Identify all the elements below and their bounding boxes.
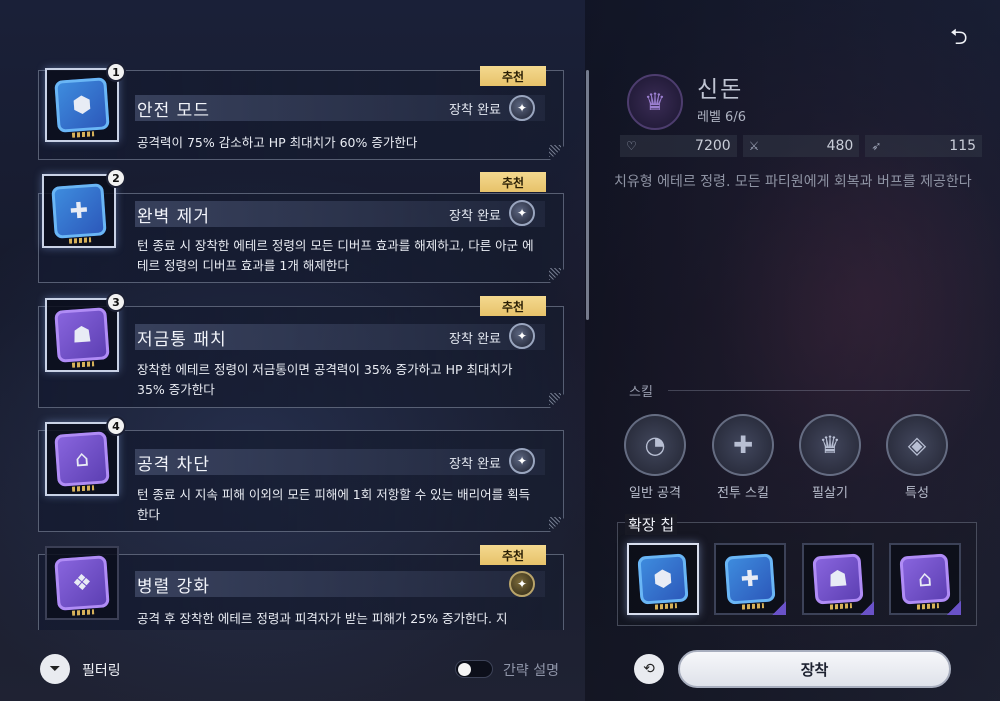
corner-decoration	[772, 601, 786, 615]
skill-battle[interactable]: ✚	[712, 414, 774, 476]
equip-status: 장착 완료	[449, 457, 501, 472]
brief-description-toggle[interactable]	[455, 660, 493, 678]
filter-label[interactable]: 필터링	[82, 660, 121, 680]
chip-swap-icon: ⟲	[643, 661, 655, 677]
piggy-bank-icon: ☗	[812, 553, 864, 610]
stat-hp: ♡ 7200	[620, 135, 737, 157]
chip-description: 공격 후 장착한 에테르 정령과 피격자가 받는 피해가 25% 증가한다. 지	[137, 611, 508, 626]
stat-speed: ➶ 115	[865, 135, 983, 157]
corner-decoration	[549, 517, 561, 529]
brief-description-label: 간략 설명	[503, 663, 559, 679]
extension-chip-title: 확장 칩	[625, 514, 678, 535]
chip-thumbnail[interactable]: ✚	[42, 174, 116, 248]
chip-description: 공격력이 75% 감소하고 HP 최대치가 60% 증가한다	[137, 135, 418, 150]
equip-status: 장착 완료	[449, 209, 501, 224]
order-badge: 2	[106, 168, 126, 188]
chip-description: 장착한 에테르 정령이 저금통이면 공격력이 35% 증가하고 HP 최대치가 …	[137, 362, 513, 397]
skill-label: 일반 공격	[629, 486, 681, 501]
stat-value: 7200	[695, 138, 731, 154]
equip-status: 장착 완료	[449, 332, 501, 347]
stats-row: ♡ 7200 ⚔ 480 ➶ 115	[620, 135, 983, 157]
chip-name: 안전 모드	[137, 101, 210, 121]
extension-slot-3[interactable]: ☗	[802, 543, 874, 615]
corner-decoration	[947, 601, 961, 615]
corner-decoration	[549, 145, 561, 157]
sword-icon: ⚔	[748, 139, 760, 153]
chip-thumbnail[interactable]: ☗	[45, 298, 119, 372]
corner-decoration	[549, 393, 561, 405]
list-item[interactable]: 완벽 제거 장착 완료 ✦ 턴 종료 시 장착한 에테르 정령의 모든 디버프 …	[38, 193, 564, 283]
return-arrow-icon: ⮌	[950, 25, 968, 50]
recommended-badge: 추천	[480, 172, 546, 192]
back-button[interactable]: ⮌	[950, 20, 968, 58]
chip-description: 턴 종료 시 장착한 에테르 정령의 모든 디버프 효과를 해제하고, 다른 아…	[137, 238, 534, 273]
heal-plus-icon: ✚	[732, 431, 754, 459]
swap-chip-button[interactable]: ⟲	[634, 654, 664, 684]
layers-icon: ◈	[907, 431, 927, 459]
order-badge: 4	[106, 416, 126, 436]
corner-decoration	[860, 601, 874, 615]
skill-label: 필살기	[812, 486, 848, 501]
equip-button[interactable]: 장착	[678, 650, 951, 688]
shield-icon: ⬢	[637, 553, 689, 610]
crest-icon: ♛	[644, 88, 666, 116]
funnel-icon: ⏷	[49, 661, 61, 677]
stat-value: 115	[949, 138, 977, 154]
order-badge: 1	[106, 62, 126, 82]
filter-button[interactable]: ⏷	[40, 654, 70, 684]
extension-slot-4[interactable]: ⌂	[889, 543, 961, 615]
list-scrollbar[interactable]	[586, 70, 589, 320]
equip-status: 장착 완료	[449, 103, 501, 118]
stat-value: 480	[826, 138, 854, 154]
extension-slot-1[interactable]: ⬢	[627, 543, 699, 615]
recommended-badge: 추천	[480, 66, 546, 86]
stat-attack: ⚔ 480	[742, 135, 860, 157]
toggle-knob	[458, 663, 471, 676]
speed-icon: ➶	[871, 139, 882, 153]
chip-name: 병렬 강화	[137, 577, 210, 597]
character-avatar-icon: ✦	[509, 448, 535, 474]
character-name: 신돈	[697, 77, 744, 103]
gauge-icon: ◔	[644, 431, 666, 459]
chip-name: 공격 차단	[137, 455, 210, 475]
chip-name: 저금통 패치	[137, 330, 227, 350]
barrier-icon: ⌂	[54, 431, 110, 492]
crest-icon: ♛	[819, 431, 841, 459]
recommended-badge: 추천	[480, 296, 546, 316]
extension-slot-2[interactable]: ✚	[714, 543, 786, 615]
corner-decoration	[549, 268, 561, 280]
skill-ultimate[interactable]: ♛	[799, 414, 861, 476]
character-level: 레벨 6/6	[697, 110, 746, 125]
chip-name: 완벽 제거	[137, 207, 210, 227]
heal-cross-icon: ✚	[51, 183, 107, 244]
order-badge: 3	[106, 292, 126, 312]
skill-label: 특성	[905, 486, 929, 501]
chip-description: 턴 종료 시 지속 피해 이외의 모든 피해에 1회 저항할 수 있는 배리어를…	[137, 487, 531, 522]
character-emblem: ♛	[627, 74, 683, 130]
piggy-bank-icon: ☗	[54, 307, 110, 368]
character-avatar-icon: ✦	[509, 571, 535, 597]
skill-label: 전투 스킬	[717, 486, 769, 501]
skills-header: 스킬	[629, 385, 653, 400]
heart-icon: ♡	[626, 139, 637, 153]
character-avatar-icon: ✦	[509, 323, 535, 349]
skill-trait[interactable]: ◈	[886, 414, 948, 476]
character-avatar-icon: ✦	[509, 95, 535, 121]
shield-icon: ⬢	[54, 77, 110, 138]
recommended-badge: 추천	[480, 545, 546, 565]
chip-thumbnail[interactable]: ❖	[45, 546, 119, 620]
heal-cross-icon: ✚	[724, 553, 776, 610]
sword-boost-icon: ❖	[54, 555, 110, 616]
barrier-icon: ⌂	[899, 553, 951, 610]
skill-basic-attack[interactable]: ◔	[624, 414, 686, 476]
character-description: 치유형 에테르 정령. 모든 파티원에게 회복과 버프를 제공한다	[614, 174, 972, 190]
character-avatar-icon: ✦	[509, 200, 535, 226]
chip-thumbnail[interactable]: ⬢	[45, 68, 119, 142]
skills-divider	[668, 390, 970, 391]
chip-thumbnail[interactable]: ⌂	[45, 422, 119, 496]
